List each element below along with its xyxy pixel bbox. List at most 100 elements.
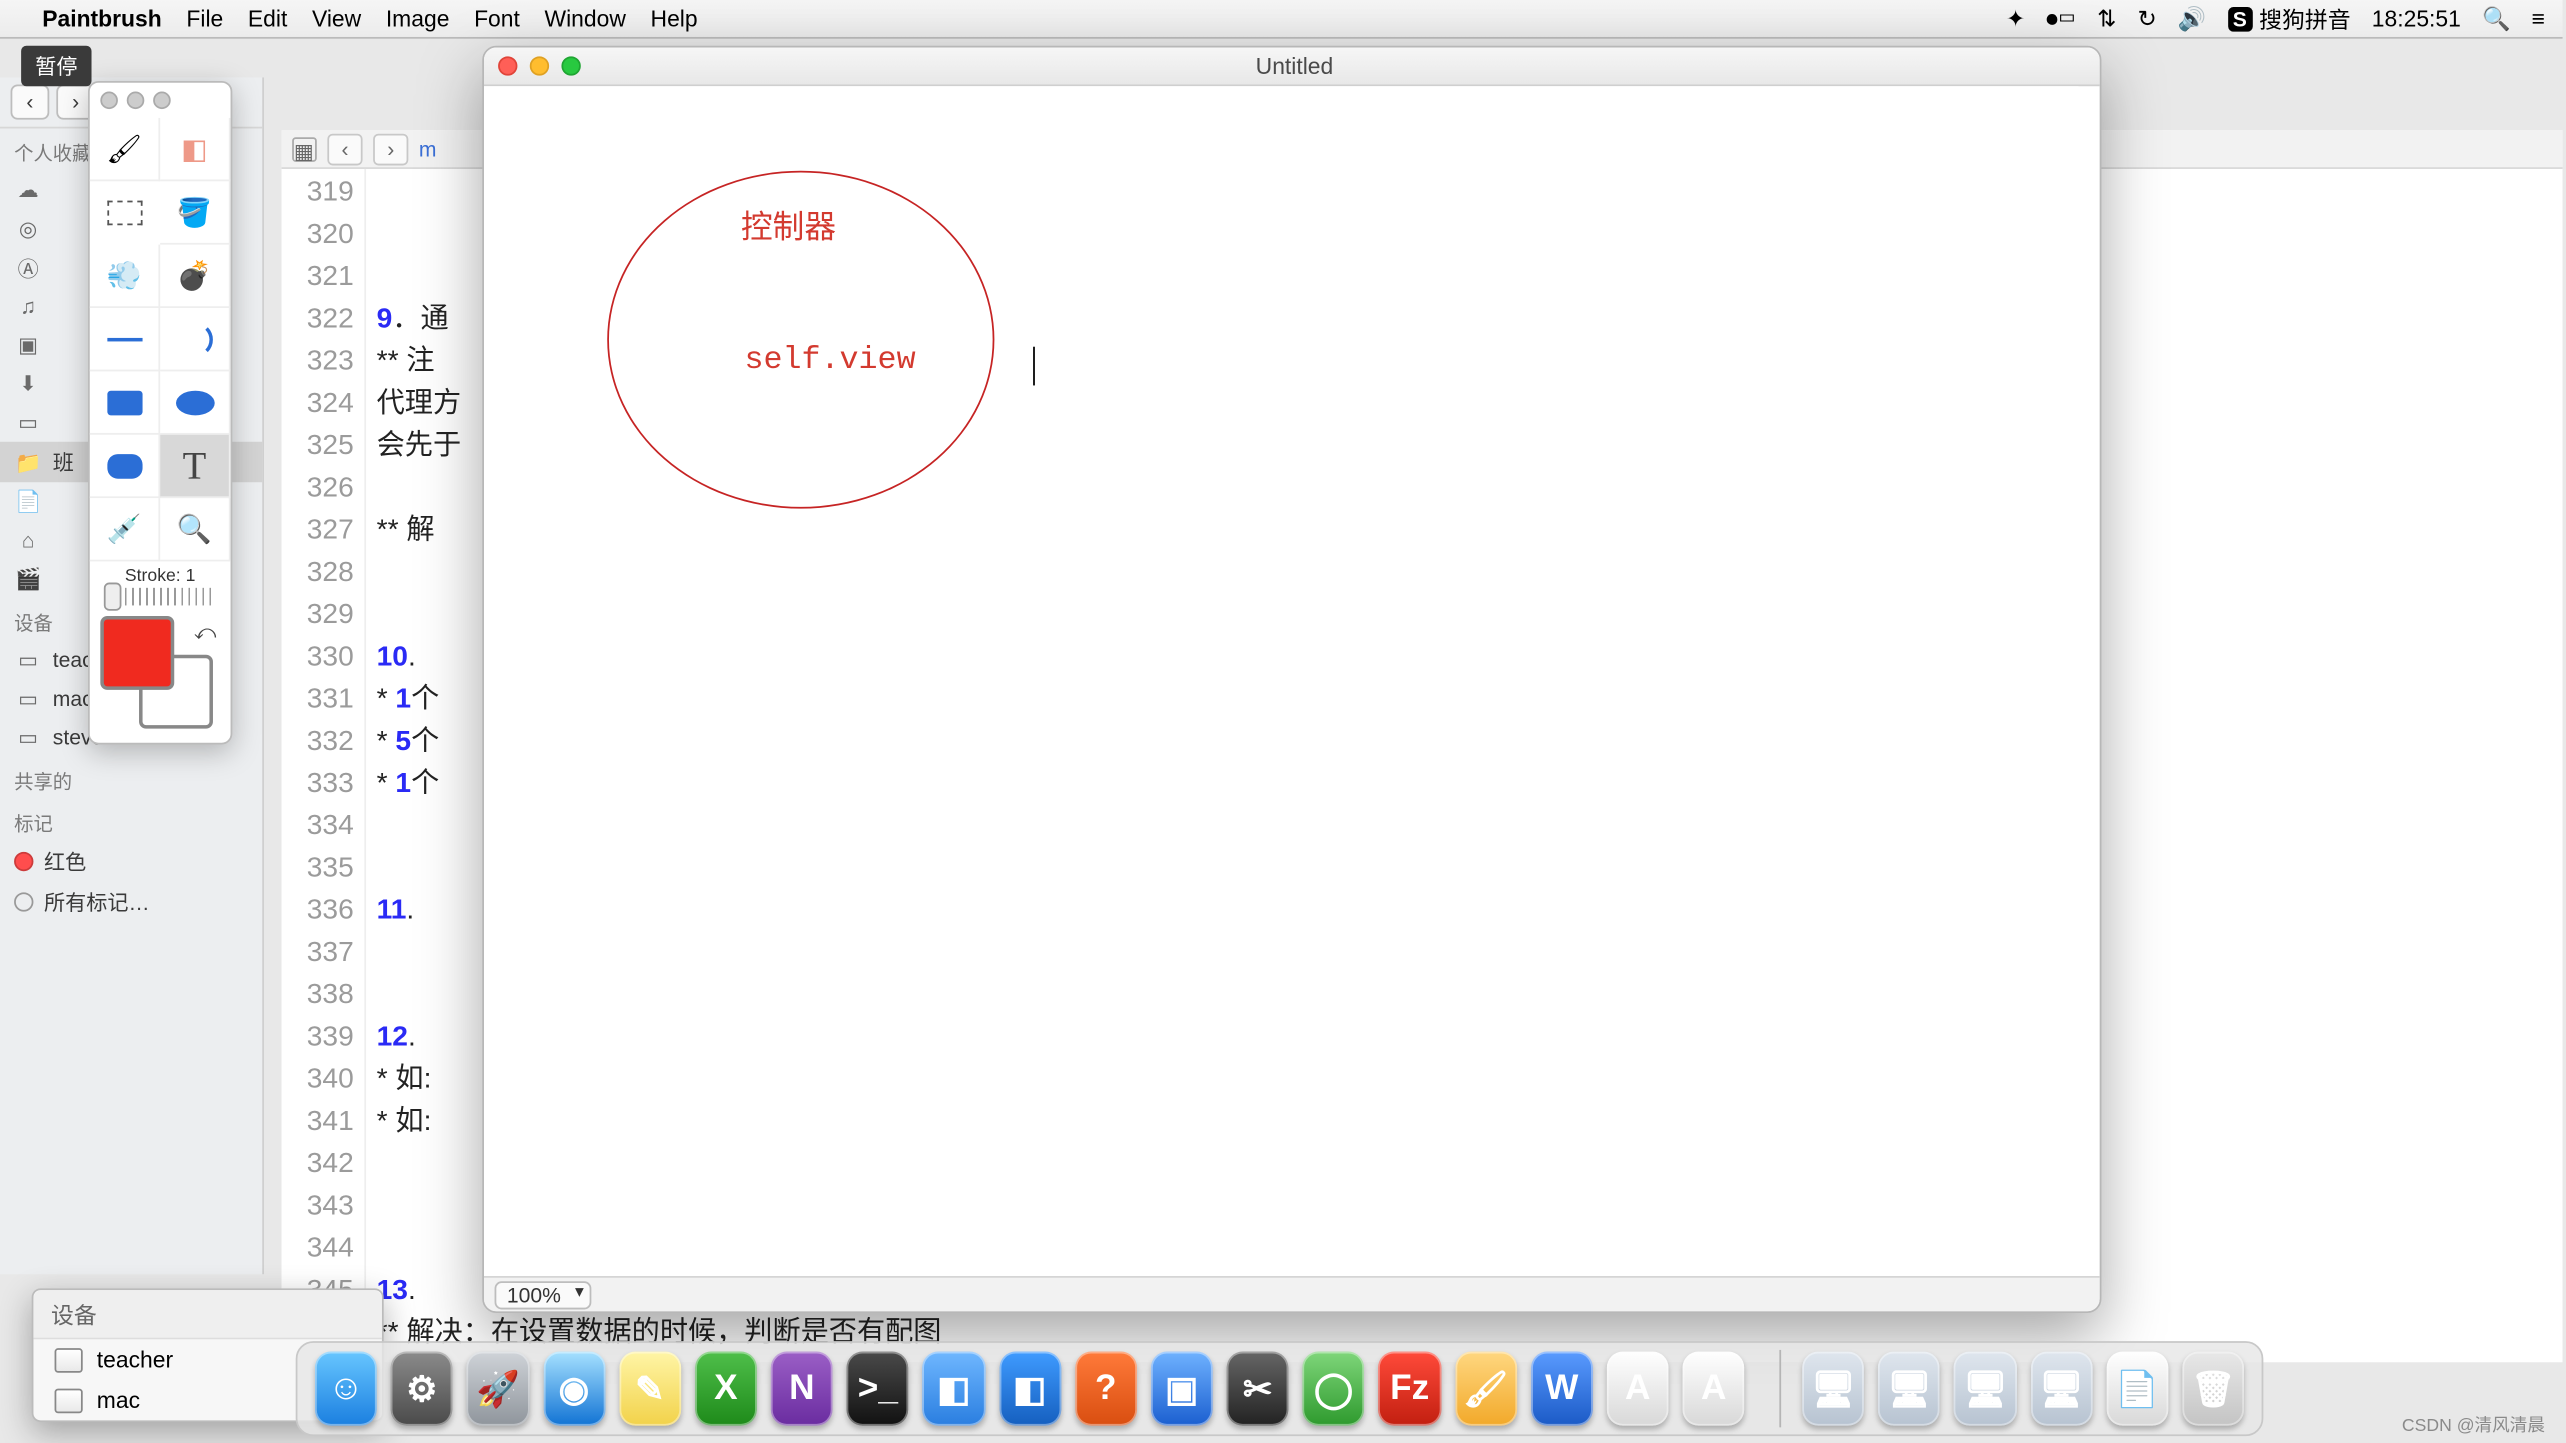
tool-bucket[interactable]: 🪣 bbox=[160, 181, 230, 244]
sidebar-section-tags: 标记 bbox=[0, 799, 262, 841]
dock-app-app2[interactable]: ◧ bbox=[999, 1352, 1061, 1426]
dock-app-app5[interactable]: ✂ bbox=[1227, 1352, 1289, 1426]
tool-text[interactable]: T bbox=[160, 435, 230, 498]
dock-trash[interactable]: 🗑 bbox=[2182, 1352, 2244, 1426]
ime-menu[interactable]: S 搜狗拼音 bbox=[2227, 2, 2350, 35]
sidebar-tag-all[interactable]: 所有标记… bbox=[0, 882, 262, 922]
tool-eraser[interactable]: ◧ bbox=[160, 118, 230, 181]
tool-palette: 🖌 ◧ 🪣 💨 💣 T 💉 🔍 Stroke: 1 ⤺ bbox=[88, 81, 232, 745]
dock-app-filezilla[interactable]: Fz bbox=[1379, 1352, 1441, 1426]
notification-center-icon[interactable]: ≡ bbox=[2532, 5, 2545, 31]
tool-spray[interactable]: 💨 bbox=[90, 245, 160, 308]
swap-colors-icon[interactable]: ⤺ bbox=[194, 620, 217, 646]
tool-rectangle[interactable] bbox=[90, 371, 160, 434]
sync-icon[interactable]: ⇅ bbox=[2097, 4, 2116, 32]
app-menu[interactable]: Paintbrush bbox=[42, 5, 162, 31]
dock-app-onenote[interactable]: N bbox=[771, 1352, 833, 1426]
watermark: CSDN @清风清晨 bbox=[2402, 1410, 2545, 1436]
sidebar-tag-red[interactable]: 红色 bbox=[0, 841, 262, 881]
spotlight-icon[interactable]: 🔍 bbox=[2482, 4, 2510, 32]
dock-app-app3[interactable]: ? bbox=[1075, 1352, 1137, 1426]
dock-display3[interactable]: 🖥 bbox=[1954, 1352, 2016, 1426]
tool-grid: 🖌 ◧ 🪣 💨 💣 T 💉 🔍 bbox=[90, 118, 231, 562]
stroke-slider[interactable] bbox=[104, 588, 217, 606]
ime-badge: S bbox=[2227, 6, 2252, 31]
menu-image[interactable]: Image bbox=[386, 5, 450, 31]
airdrop-icon: ◎ bbox=[14, 215, 42, 243]
window-title: Untitled bbox=[581, 53, 2008, 79]
menuextra-icon[interactable]: ✦ bbox=[2006, 4, 2025, 32]
tool-marquee[interactable] bbox=[107, 201, 142, 226]
dock-display1[interactable]: 🖥 bbox=[1802, 1352, 1864, 1426]
display-icon bbox=[55, 1388, 83, 1413]
titlebar[interactable]: Untitled bbox=[484, 48, 2100, 87]
music-icon: ♫ bbox=[14, 292, 42, 320]
tool-ellipse[interactable] bbox=[160, 371, 230, 434]
dock-app-paintbrush[interactable]: 🖌 bbox=[1455, 1352, 1517, 1426]
display-icon: ▭ bbox=[14, 685, 42, 713]
menu-edit[interactable]: Edit bbox=[248, 5, 287, 31]
palette-close[interactable] bbox=[100, 92, 118, 110]
dock-display2[interactable]: 🖥 bbox=[1878, 1352, 1940, 1426]
dock-app-finder[interactable]: ☺ bbox=[315, 1352, 377, 1426]
tool-line[interactable] bbox=[90, 308, 160, 371]
editor-crumb[interactable]: m bbox=[419, 136, 437, 161]
dock-app-app4[interactable]: ▣ bbox=[1151, 1352, 1213, 1426]
clock[interactable]: 18:25:51 bbox=[2372, 5, 2461, 31]
menu-window[interactable]: Window bbox=[545, 5, 626, 31]
menu-font[interactable]: Font bbox=[474, 5, 520, 31]
tool-bomb[interactable]: 💣 bbox=[160, 245, 230, 308]
dock-app-xcode2[interactable]: A bbox=[1683, 1352, 1745, 1426]
tool-eyedropper[interactable]: 💉 bbox=[90, 498, 160, 561]
dock-app-excel[interactable]: X bbox=[695, 1352, 757, 1426]
tool-curve[interactable] bbox=[160, 308, 230, 371]
dock-doc[interactable]: 📄 bbox=[2106, 1352, 2168, 1426]
timemachine-icon[interactable]: ↻ bbox=[2137, 4, 2156, 32]
dock-app-notes[interactable]: ✎ bbox=[619, 1352, 681, 1426]
foreground-swatch[interactable] bbox=[100, 616, 174, 690]
palette-min[interactable] bbox=[127, 92, 145, 110]
tool-roundrect[interactable] bbox=[90, 435, 160, 498]
tool-brush[interactable]: 🖌 bbox=[90, 118, 160, 181]
canvas-text-center: self.view bbox=[744, 343, 915, 378]
sidebar-section-shared: 共享的 bbox=[0, 757, 262, 799]
dock-app-terminal[interactable]: >_ bbox=[847, 1352, 909, 1426]
dock-app-app6[interactable]: ◯ bbox=[1303, 1352, 1365, 1426]
downloads-icon: ⬇ bbox=[14, 370, 42, 398]
editor-related-icon[interactable]: ▦ bbox=[292, 136, 317, 161]
display-icon: ▭ bbox=[14, 723, 42, 751]
volume-icon[interactable]: 🔊 bbox=[2178, 4, 2206, 32]
cloud-icon: ☁ bbox=[14, 176, 42, 204]
dock-app-safari[interactable]: ◉ bbox=[543, 1352, 605, 1426]
dock: ☺⚙🚀◉✎XN>_◧◧?▣✂◯Fz🖌WAA🖥🖥🖥🖥📄🗑 bbox=[296, 1341, 2264, 1436]
tool-magnifier[interactable]: 🔍 bbox=[160, 498, 230, 561]
menu-view[interactable]: View bbox=[312, 5, 361, 31]
apps-icon: Ⓐ bbox=[14, 253, 42, 281]
window-close[interactable] bbox=[498, 56, 517, 75]
tag-dot-red-icon bbox=[14, 852, 33, 871]
dock-app-app1[interactable]: ◧ bbox=[923, 1352, 985, 1426]
dock-display4[interactable]: 🖥 bbox=[2030, 1352, 2092, 1426]
home-icon: ⌂ bbox=[14, 526, 42, 554]
finder-back[interactable]: ‹ bbox=[11, 84, 50, 119]
documents-icon: 📄 bbox=[14, 488, 42, 516]
dock-app-word[interactable]: W bbox=[1531, 1352, 1593, 1426]
menu-help[interactable]: Help bbox=[651, 5, 698, 31]
dock-app-xcode1[interactable]: A bbox=[1607, 1352, 1669, 1426]
desktop-icon: ▭ bbox=[14, 408, 42, 436]
window-zoom[interactable] bbox=[561, 56, 580, 75]
palette-zoom[interactable] bbox=[153, 92, 171, 110]
folder-icon: 📁 bbox=[14, 448, 42, 476]
canvas[interactable]: 控制器 self.view bbox=[484, 86, 2079, 1269]
record-icon[interactable]: ⏺▭ bbox=[2046, 4, 2076, 32]
menu-file[interactable]: File bbox=[186, 5, 223, 31]
zoom-select[interactable]: 100% bbox=[495, 1280, 591, 1308]
pause-badge[interactable]: 暂停 bbox=[21, 46, 91, 86]
editor-back[interactable]: ‹ bbox=[327, 133, 362, 165]
dock-app-settings[interactable]: ⚙ bbox=[391, 1352, 453, 1426]
editor-fwd[interactable]: › bbox=[373, 133, 408, 165]
dock-app-launchpad[interactable]: 🚀 bbox=[467, 1352, 529, 1426]
color-swatches: ⤺ bbox=[100, 616, 220, 729]
text-caret bbox=[1033, 347, 1035, 386]
window-minimize[interactable] bbox=[530, 56, 549, 75]
